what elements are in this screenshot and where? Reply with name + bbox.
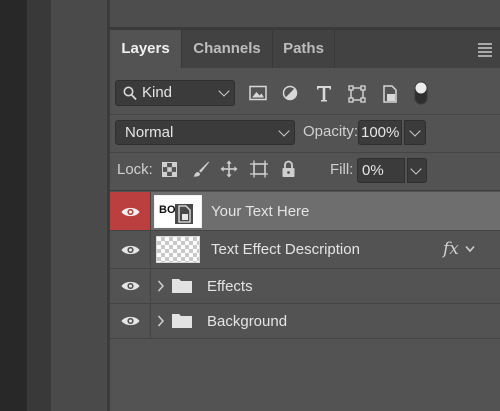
- chevron-right-icon[interactable]: [157, 280, 165, 292]
- canvas-area-dark: [0, 0, 27, 411]
- layer-name[interactable]: Background: [207, 313, 287, 330]
- blend-mode-select[interactable]: Normal: [115, 120, 295, 145]
- search-icon: [123, 86, 137, 101]
- chevron-down-icon: [410, 163, 422, 175]
- fill-input[interactable]: 0%: [357, 158, 405, 183]
- panel-tab-bar: Layers Channels Paths: [110, 30, 500, 68]
- layer-effects-icon[interactable]: fx: [443, 239, 459, 259]
- layer-row-background[interactable]: Background: [110, 304, 500, 339]
- blend-mode-value: Normal: [125, 124, 174, 141]
- tab-separator: [334, 30, 335, 68]
- lock-all-icon[interactable]: [281, 160, 296, 178]
- layer-name[interactable]: Effects: [207, 278, 253, 295]
- chevron-down-icon: [409, 125, 421, 137]
- folder-icon: [172, 279, 192, 293]
- panel-menu-icon[interactable]: [478, 43, 492, 59]
- lock-image-pixels-icon[interactable]: [192, 160, 210, 178]
- visibility-toggle[interactable]: [110, 304, 151, 338]
- lock-position-icon[interactable]: [220, 160, 238, 178]
- toolbar-divider: [110, 114, 500, 115]
- layers-panel: Layers Channels Paths Kind Normal Opacit…: [110, 30, 500, 411]
- thumbnail-text: BO: [159, 204, 176, 216]
- fill-label: Fill:: [330, 161, 354, 178]
- eye-icon: [121, 281, 140, 291]
- layer-row-your-text-here[interactable]: BO Your Text Here: [110, 192, 500, 231]
- tab-layers[interactable]: Layers: [110, 30, 181, 68]
- layer-thumbnail: BO: [154, 195, 202, 228]
- smart-object-filter-icon[interactable]: [382, 85, 398, 103]
- opacity-value: 100%: [361, 124, 400, 141]
- filter-toggle-icon[interactable]: [414, 81, 428, 105]
- dock-column: [51, 0, 109, 411]
- lock-artboard-icon[interactable]: [249, 160, 269, 178]
- toolbar-divider: [110, 190, 500, 191]
- layer-row-effects[interactable]: Effects: [110, 269, 500, 304]
- eye-icon: [121, 207, 140, 217]
- tab-paths[interactable]: Paths: [273, 30, 334, 68]
- opacity-input[interactable]: 100%: [358, 120, 402, 145]
- eye-icon: [121, 316, 140, 326]
- expand-effects-chevron-icon[interactable]: [465, 245, 475, 253]
- chevron-down-icon: [278, 125, 290, 137]
- kind-filter-label: Kind: [142, 84, 173, 101]
- smart-object-badge-icon: [175, 204, 193, 224]
- visibility-toggle[interactable]: [110, 231, 151, 268]
- image-filter-icon[interactable]: [249, 85, 267, 101]
- visibility-toggle[interactable]: [110, 269, 151, 303]
- type-filter-icon[interactable]: [316, 85, 332, 102]
- upper-panel: [110, 0, 500, 27]
- fill-value: 0%: [362, 162, 384, 179]
- opacity-label: Opacity:: [303, 123, 359, 140]
- chevron-down-icon: [218, 85, 230, 97]
- canvas-area-mid: [27, 0, 51, 411]
- lock-transparent-pixels-icon[interactable]: [162, 162, 177, 177]
- eye-icon: [121, 245, 140, 255]
- folder-icon: [172, 314, 192, 328]
- adjustment-filter-icon[interactable]: [282, 85, 298, 101]
- opacity-dropdown-button[interactable]: [404, 120, 426, 145]
- tab-channels[interactable]: Channels: [182, 30, 272, 68]
- lock-label: Lock:: [117, 161, 153, 178]
- visibility-toggle[interactable]: [110, 192, 151, 230]
- layer-row-text-effect-description[interactable]: Text Effect Description fx: [110, 231, 500, 269]
- shape-filter-icon[interactable]: [348, 85, 366, 103]
- chevron-right-icon[interactable]: [157, 315, 165, 327]
- layer-thumbnail: [156, 236, 200, 263]
- toolbar-divider: [110, 152, 500, 153]
- layer-name[interactable]: Your Text Here: [211, 203, 309, 220]
- layer-name[interactable]: Text Effect Description: [211, 241, 360, 258]
- kind-filter-select[interactable]: Kind: [115, 80, 235, 106]
- fill-dropdown-button[interactable]: [407, 158, 427, 183]
